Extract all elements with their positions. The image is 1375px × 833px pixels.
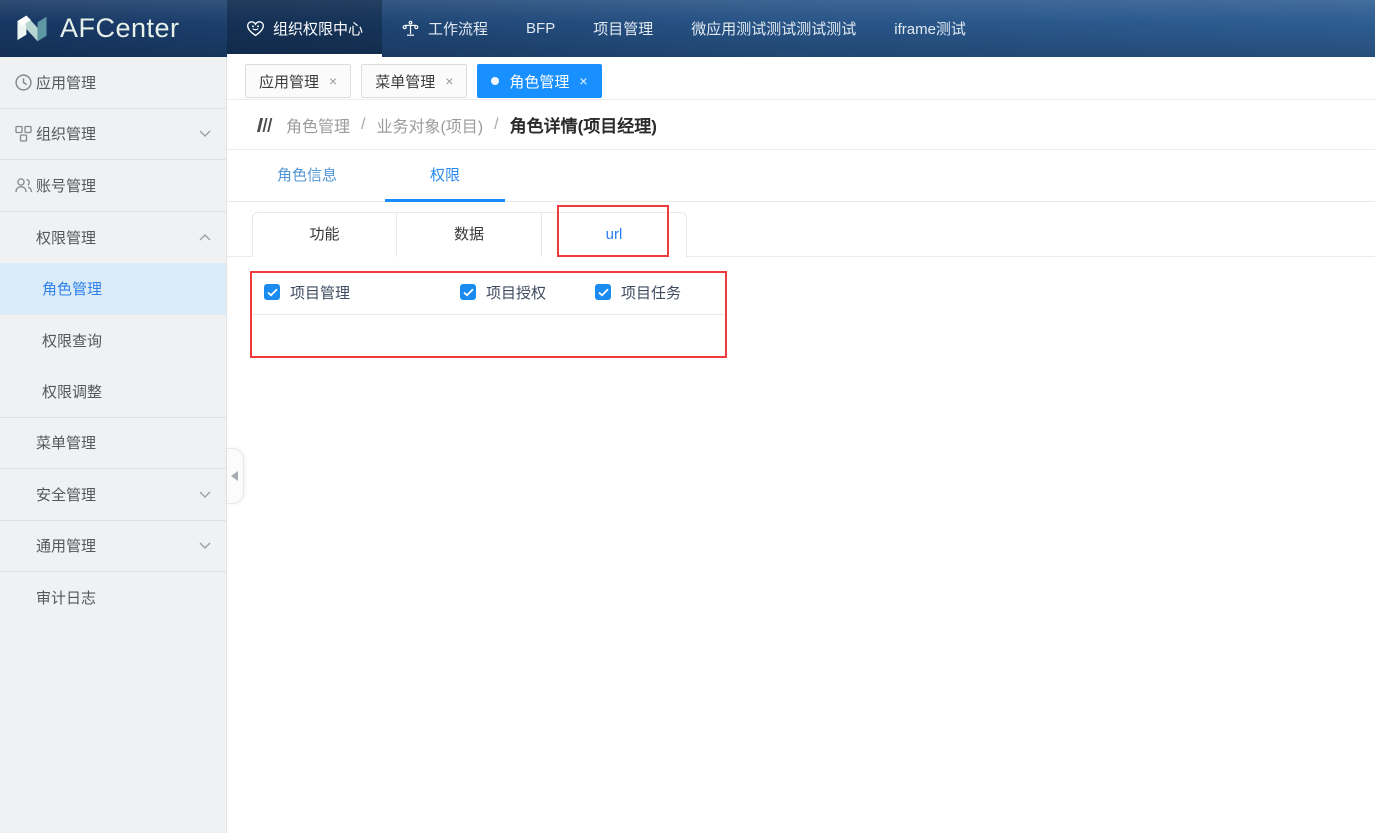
- permission-type-tabs: 功能 数据 url: [227, 212, 1375, 258]
- sidebar: 应用管理 组织管理 账号管理 权限管理 角色管理 权限查询 权限调整 菜单管理 …: [0, 57, 227, 833]
- nav-item-label: BFP: [526, 20, 556, 37]
- workspace-tab-label: 应用管理: [259, 73, 320, 91]
- url-permission-panel: 项目管理 项目授权 项目任务: [227, 271, 1375, 358]
- sidebar-item-org-management[interactable]: 组织管理: [0, 109, 226, 160]
- sidebar-collapse-handle[interactable]: [227, 448, 244, 504]
- workspace-tab-label: 角色管理: [509, 73, 570, 91]
- sidebar-item-label: 审计日志: [36, 590, 97, 608]
- top-nav-menu: 组织权限中心 工作流程 BFP 项目管理 微应用测试测试测试测试 iframe测…: [227, 0, 1375, 57]
- workspace-tab-menu-management[interactable]: 菜单管理 ×: [361, 64, 468, 98]
- breadcrumb-role-detail: 角色详情(项目经理): [509, 117, 657, 136]
- checkbox-label[interactable]: 项目任务: [621, 282, 681, 303]
- nav-item-label: 微应用测试测试测试测试: [691, 21, 857, 38]
- sidebar-item-permission-query[interactable]: 权限查询: [0, 315, 226, 367]
- sidebar-item-general-management[interactable]: 通用管理: [0, 521, 226, 572]
- nav-item-iframe-test[interactable]: iframe测试: [875, 0, 985, 57]
- checkbox-project-authorization[interactable]: 项目授权: [460, 280, 546, 304]
- checkbox-checked-icon[interactable]: [595, 284, 611, 300]
- breadcrumb-separator: /: [361, 115, 366, 133]
- checkbox-project-task[interactable]: 项目任务: [595, 280, 681, 304]
- nav-item-label: 工作流程: [428, 21, 489, 38]
- tab-role-info[interactable]: 角色信息: [247, 150, 367, 202]
- sidebar-item-label: 菜单管理: [36, 435, 97, 453]
- close-icon[interactable]: ×: [329, 74, 337, 88]
- tab-function[interactable]: 功能: [252, 212, 397, 257]
- tab-url[interactable]: url: [542, 212, 687, 258]
- sidebar-item-permission-adjust[interactable]: 权限调整: [0, 366, 226, 418]
- tab-permission[interactable]: 权限: [385, 150, 505, 202]
- checkbox-checked-icon[interactable]: [264, 284, 280, 300]
- chevron-down-icon: [199, 130, 211, 138]
- sidebar-item-label: 角色管理: [42, 281, 103, 299]
- sidebar-item-label: 权限管理: [36, 229, 97, 247]
- sidebar-item-security-management[interactable]: 安全管理: [0, 469, 226, 521]
- sidebar-item-app-management[interactable]: 应用管理: [0, 57, 226, 109]
- users-icon: [14, 176, 33, 194]
- breadcrumb-bars-icon: [254, 117, 275, 133]
- chevron-down-icon: [199, 542, 211, 550]
- active-tab-inkbar: [385, 199, 505, 202]
- role-detail-tabs: 角色信息 权限: [227, 150, 1375, 202]
- workspace-tab-role-management[interactable]: 角色管理 ×: [477, 64, 602, 98]
- org-icon: [14, 124, 33, 143]
- app-logo: AFCenter: [0, 0, 227, 57]
- nav-item-bfp[interactable]: BFP: [507, 0, 574, 57]
- close-icon[interactable]: ×: [579, 74, 587, 88]
- nav-item-label: 组织权限中心: [273, 21, 364, 38]
- sidebar-item-label: 通用管理: [36, 538, 97, 556]
- nav-item-label: iframe测试: [894, 21, 966, 38]
- nav-item-org-permission-center[interactable]: 组织权限中心: [227, 0, 383, 57]
- breadcrumb-role-management[interactable]: 角色管理: [286, 113, 350, 137]
- breadcrumb-separator: /: [494, 115, 499, 133]
- workspace-tab-label: 菜单管理: [375, 73, 436, 91]
- nav-item-microapp-test[interactable]: 微应用测试测试测试测试: [672, 0, 875, 57]
- sidebar-item-label: 账号管理: [36, 177, 97, 195]
- nav-item-label: 项目管理: [593, 21, 654, 38]
- breadcrumb: 角色管理 / 业务对象(项目) / 角色详情(项目经理): [227, 100, 1375, 150]
- workspace-tabbar: 应用管理 × 菜单管理 × 角色管理 ×: [227, 57, 1375, 100]
- afcenter-logo-icon: [13, 11, 51, 47]
- sidebar-item-menu-management[interactable]: 菜单管理: [0, 418, 226, 469]
- heart-smile-icon: [246, 20, 265, 37]
- sidebar-item-permission-management[interactable]: 权限管理: [0, 212, 226, 264]
- row-divider: [250, 314, 727, 315]
- breadcrumb-business-object[interactable]: 业务对象(项目): [376, 113, 483, 137]
- app-title: AFCenter: [60, 13, 180, 43]
- collapse-left-arrow-icon: [230, 471, 238, 481]
- checkbox-label[interactable]: 项目管理: [290, 282, 350, 303]
- checkbox-label[interactable]: 项目授权: [486, 282, 546, 303]
- main-content: 应用管理 × 菜单管理 × 角色管理 × 角色管理 / 业务对象(项目) / 角…: [227, 57, 1375, 833]
- chevron-down-icon: [199, 491, 211, 498]
- sidebar-item-label: 权限调整: [42, 383, 103, 401]
- sidebar-item-audit-log[interactable]: 审计日志: [0, 572, 226, 624]
- sidebar-item-account-management[interactable]: 账号管理: [0, 160, 226, 212]
- tab-data[interactable]: 数据: [397, 212, 542, 257]
- chevron-up-icon: [199, 233, 211, 241]
- sidebar-item-label: 权限查询: [42, 332, 103, 350]
- sidebar-item-role-management[interactable]: 角色管理: [0, 263, 226, 315]
- active-dot-icon: [491, 77, 500, 85]
- checkbox-project-management[interactable]: 项目管理: [264, 280, 350, 304]
- sidebar-item-label: 组织管理: [36, 126, 97, 144]
- close-icon[interactable]: ×: [445, 74, 453, 88]
- workspace-tab-app-management[interactable]: 应用管理 ×: [245, 64, 352, 98]
- scale-icon: [401, 20, 420, 38]
- nav-item-workflow[interactable]: 工作流程: [382, 0, 507, 57]
- sidebar-item-label: 安全管理: [36, 486, 97, 504]
- clock-icon: [14, 73, 33, 92]
- nav-item-project-management[interactable]: 项目管理: [574, 0, 672, 57]
- top-navbar: AFCenter 组织权限中心 工作流程 BFP 项目管理 微应用测试测试测试测…: [0, 0, 1375, 57]
- checkbox-checked-icon[interactable]: [460, 284, 476, 300]
- sidebar-item-label: 应用管理: [36, 74, 97, 92]
